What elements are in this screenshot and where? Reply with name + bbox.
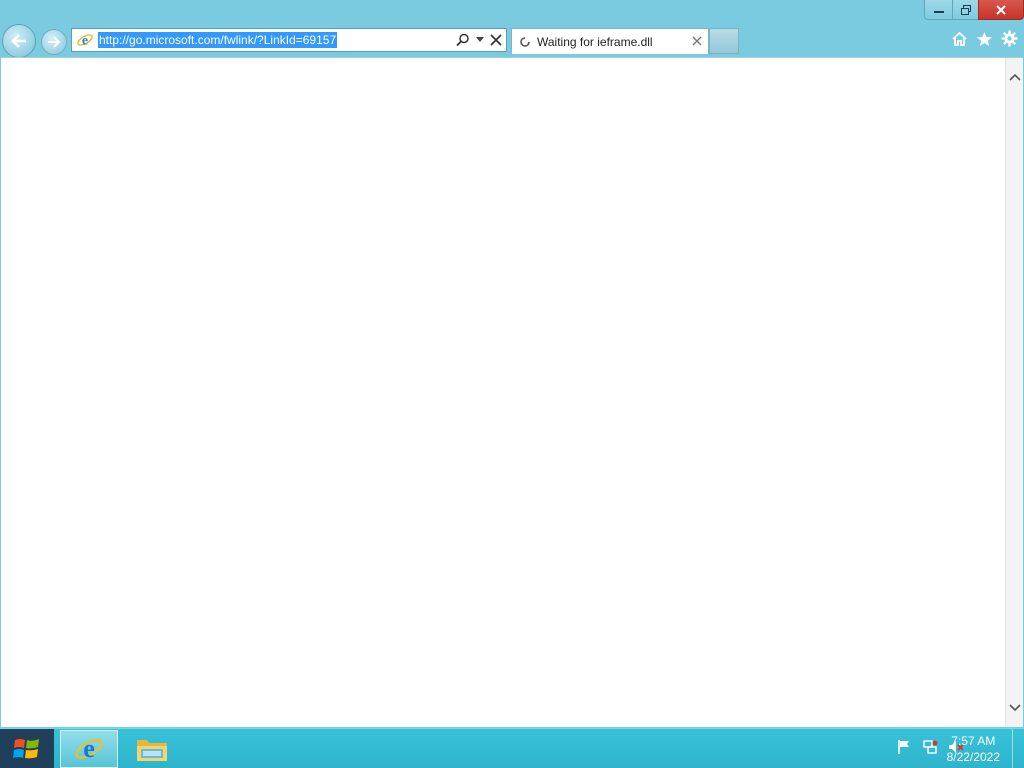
- action-center-flag-icon[interactable]: [896, 739, 912, 755]
- clock-time: 7:57 AM: [951, 734, 996, 748]
- minimize-button[interactable]: [924, 0, 952, 20]
- network-icon[interactable]: [922, 739, 938, 755]
- back-arrow-icon: [11, 34, 26, 48]
- loading-spinner-icon: [518, 35, 532, 49]
- taskbar: e 7:57 AM 8/22/2022: [0, 728, 1024, 768]
- close-window-button[interactable]: [978, 0, 1024, 20]
- minimize-icon: [933, 10, 944, 13]
- navigation-bar: e http://go.microsoft.com/fwlink/?LinkId…: [0, 24, 1024, 58]
- favorites-star-icon[interactable]: [976, 30, 993, 47]
- close-icon: [996, 4, 1006, 15]
- address-bar-url[interactable]: http://go.microsoft.com/fwlink/?LinkId=6…: [98, 32, 338, 48]
- tab-close-icon[interactable]: [690, 34, 704, 48]
- address-bar[interactable]: e http://go.microsoft.com/fwlink/?LinkId…: [71, 28, 507, 52]
- clock-date: 8/22/2022: [946, 750, 1000, 764]
- scroll-down-arrow-icon[interactable]: [1009, 703, 1021, 713]
- tab-active[interactable]: Waiting for ieframe.dll: [511, 28, 709, 54]
- restore-button[interactable]: [952, 0, 978, 20]
- address-bar-controls: [456, 31, 502, 49]
- settings-gear-icon[interactable]: [1001, 30, 1018, 47]
- restore-icon: [960, 4, 971, 15]
- show-desktop-button[interactable]: [1012, 729, 1024, 768]
- stop-icon[interactable]: [490, 34, 502, 46]
- browser-toolbar: [951, 30, 1018, 47]
- search-icon[interactable]: [456, 33, 470, 47]
- taskbar-internet-explorer[interactable]: e: [60, 730, 118, 768]
- ie-page-icon: e: [74, 29, 96, 51]
- forward-button[interactable]: [41, 29, 67, 55]
- dropdown-arrow-icon[interactable]: [476, 37, 484, 43]
- home-icon[interactable]: [951, 30, 968, 47]
- folder-icon: [137, 740, 167, 761]
- new-tab-button[interactable]: [709, 28, 739, 54]
- window-caption-buttons: [924, 0, 1024, 20]
- tab-title: Waiting for ieframe.dll: [537, 34, 653, 49]
- vertical-scrollbar[interactable]: [1005, 58, 1023, 727]
- windows-logo-icon: [13, 739, 39, 759]
- svg-text:e: e: [83, 734, 95, 763]
- back-button[interactable]: [2, 24, 36, 58]
- start-button[interactable]: [0, 729, 54, 768]
- taskbar-file-explorer[interactable]: [124, 730, 180, 768]
- internet-explorer-icon: e: [75, 734, 103, 763]
- svg-text:e: e: [82, 34, 88, 49]
- browser-window: e http://go.microsoft.com/fwlink/?LinkId…: [0, 0, 1024, 728]
- forward-arrow-icon: [48, 36, 61, 48]
- page-content: [1, 57, 1023, 727]
- taskbar-clock[interactable]: 7:57 AM 8/22/2022: [947, 733, 1000, 765]
- scroll-up-arrow-icon[interactable]: [1009, 72, 1021, 82]
